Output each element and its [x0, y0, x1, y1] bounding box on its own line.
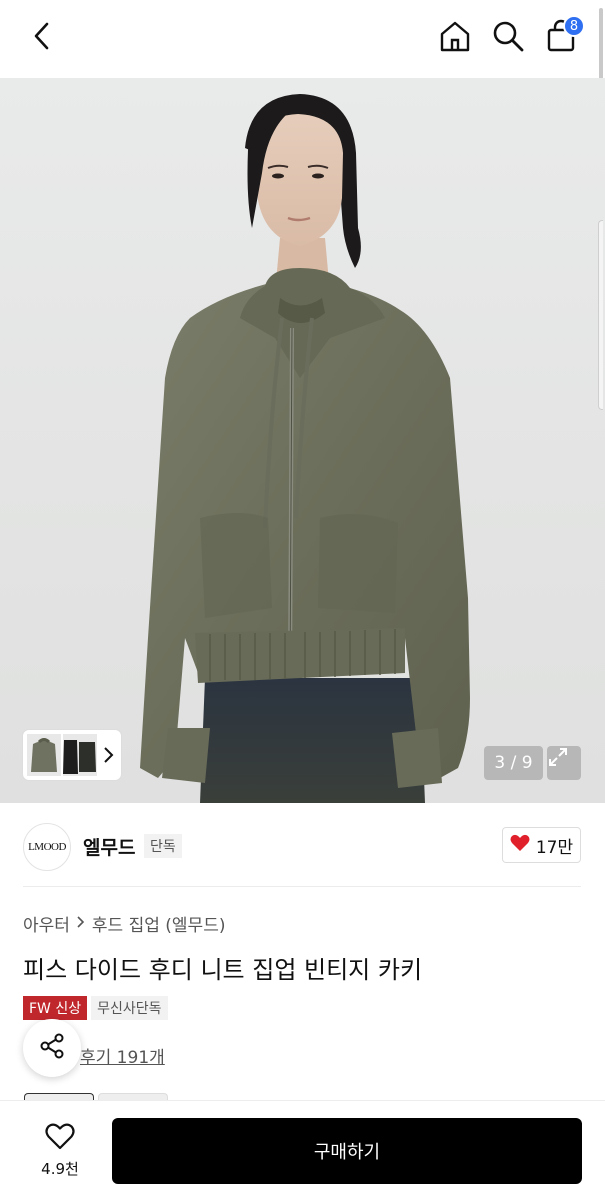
- product-image-gallery[interactable]: 3 / 9: [0, 78, 605, 803]
- search-icon: [491, 19, 525, 57]
- thumbnail-strip[interactable]: [23, 730, 121, 780]
- side-scroll-handle[interactable]: [598, 220, 603, 410]
- heart-outline-icon: [45, 1123, 75, 1154]
- product-tags: FW 신상 무신사단독: [23, 996, 168, 1020]
- brand-row: LMOOD 엘무드 단독 17만: [0, 803, 605, 887]
- wishlist-count: 4.9천: [41, 1160, 79, 1178]
- back-button[interactable]: [22, 18, 62, 58]
- top-navigation-bar: 8: [0, 0, 605, 78]
- share-icon: [38, 1032, 66, 1064]
- page-scrollbar[interactable]: [599, 8, 603, 83]
- image-counter: 3 / 9: [484, 746, 543, 780]
- review-count-link[interactable]: 후기 191개: [80, 1043, 165, 1068]
- buy-button[interactable]: 구매하기: [112, 1118, 582, 1184]
- tag-musinsa-exclusive: 무신사단독: [91, 996, 168, 1020]
- search-button[interactable]: [488, 18, 528, 58]
- cart-count-badge: 8: [563, 15, 585, 37]
- product-photo: [140, 94, 470, 803]
- brand-name[interactable]: 엘무드: [83, 833, 135, 860]
- brand-logo[interactable]: LMOOD: [23, 823, 71, 871]
- product-title: 피스 다이드 후디 니트 집업 빈티지 카키: [23, 956, 423, 984]
- expand-button[interactable]: [547, 746, 581, 780]
- chevron-right-icon: [76, 914, 86, 934]
- thumbnail-colors[interactable]: [63, 734, 97, 776]
- heart-icon: [510, 834, 530, 857]
- breadcrumb: 아우터 후드 집업 (엘무드): [23, 911, 225, 936]
- home-button[interactable]: [435, 18, 475, 58]
- exclusive-badge: 단독: [144, 834, 182, 858]
- breadcrumb-subcategory[interactable]: 후드 집업 (엘무드): [92, 911, 226, 936]
- back-icon: [31, 21, 53, 55]
- cart-button[interactable]: 8: [541, 15, 585, 58]
- tag-fw-new: FW 신상: [23, 996, 88, 1020]
- brand-like-count: 17만: [535, 837, 574, 858]
- breadcrumb-category[interactable]: 아우터: [23, 911, 70, 936]
- section-divider: [23, 886, 581, 887]
- brand-like-button[interactable]: 17만: [502, 827, 581, 863]
- bottom-action-bar: 4.9천 구매하기: [0, 1100, 605, 1200]
- share-button[interactable]: [23, 1019, 81, 1077]
- home-icon: [438, 19, 472, 57]
- wishlist-button[interactable]: 4.9천: [25, 1119, 95, 1183]
- thumbnail-front[interactable]: [27, 734, 61, 776]
